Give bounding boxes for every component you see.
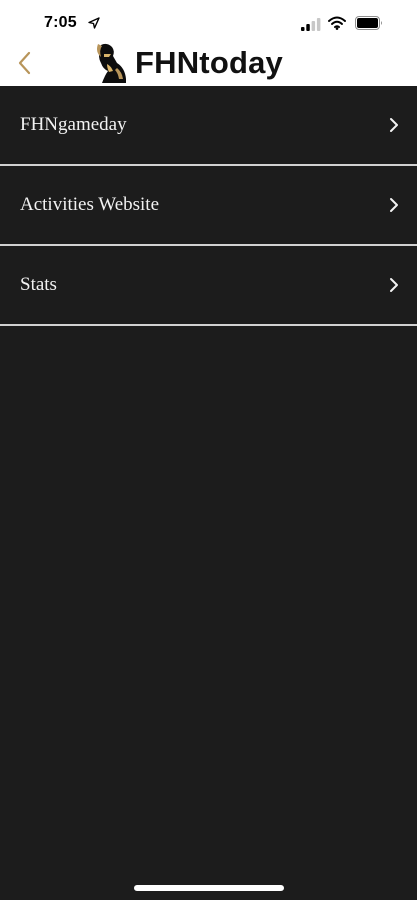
navigation-bar: FHNtoday	[0, 40, 417, 86]
menu-item-fhngameday[interactable]: FHNgameday	[0, 86, 417, 166]
menu-list: FHNgameday Activities Website Stats	[0, 86, 417, 326]
app-title: FHNtoday	[135, 45, 283, 80]
location-arrow-icon	[88, 17, 100, 29]
status-time: 7:05	[44, 14, 77, 31]
menu-item-label: FHNgameday	[20, 114, 127, 135]
battery-icon	[355, 16, 382, 30]
menu-item-label: Stats	[20, 274, 57, 295]
menu-item-activities-website[interactable]: Activities Website	[0, 166, 417, 246]
status-bar: 7:05	[0, 0, 417, 44]
top-header: 7:05 FHNtoday	[0, 0, 417, 86]
wifi-icon	[328, 16, 346, 30]
home-indicator	[134, 885, 284, 891]
knight-helmet-icon	[97, 43, 126, 83]
brand: FHNtoday	[92, 40, 283, 86]
chevron-right-icon	[390, 198, 398, 212]
chevron-left-icon	[18, 51, 31, 75]
back-button[interactable]	[10, 48, 40, 78]
menu-item-stats[interactable]: Stats	[0, 246, 417, 326]
cellular-signal-icon	[301, 18, 321, 31]
chevron-right-icon	[390, 278, 398, 292]
menu-item-label: Activities Website	[20, 194, 160, 215]
chevron-right-icon	[390, 118, 398, 132]
